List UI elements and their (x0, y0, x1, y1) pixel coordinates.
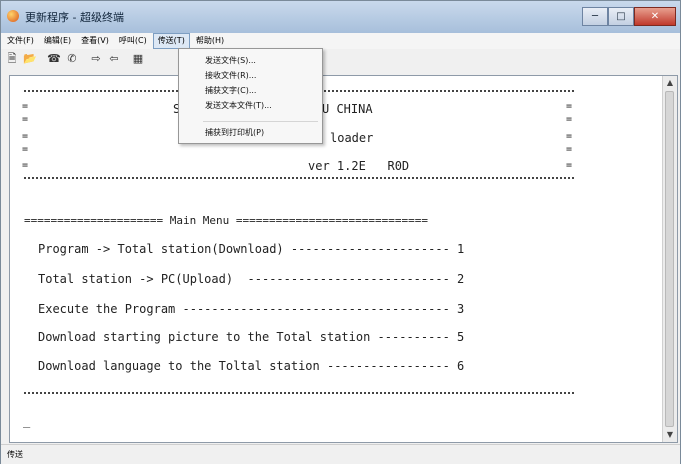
vertical-scrollbar[interactable]: ▲ ▼ (662, 76, 677, 442)
maximize-button[interactable]: □ (608, 7, 634, 26)
menu-item-capture-text[interactable]: 捕获文字(C)... (205, 85, 256, 96)
scroll-up-icon[interactable]: ▲ (663, 76, 677, 90)
transfer-menu-dropdown: 发送文件(S)... 接收文件(R)... 捕获文字(C)... 发送文本文件(… (178, 48, 323, 144)
menu-separator (203, 121, 318, 122)
receive-icon[interactable]: ⇦ (107, 52, 121, 66)
dial-icon[interactable]: ✆ (65, 52, 79, 66)
status-bar: 传送 (1, 444, 680, 464)
window-controls: ─ □ ✕ (582, 7, 676, 26)
properties-icon[interactable]: ▦ (131, 52, 145, 66)
menu-option-3: Execute the Program --------------------… (38, 302, 465, 316)
border-char: = (566, 114, 573, 125)
menu-item-capture-to-printer[interactable]: 捕获到打印机(P) (205, 127, 264, 138)
border-char: = (566, 131, 573, 142)
hyperterminal-window: 更新程序 - 超级终端 ─ □ ✕ 文件(F) 编辑(E) 查看(V) 呼叫(C… (0, 0, 681, 464)
minimize-button[interactable]: ─ (582, 7, 608, 26)
app-icon (7, 10, 19, 22)
disconnect-icon[interactable]: ☎ (47, 52, 61, 66)
menu-option-5: Download starting picture to the Total s… (38, 330, 465, 344)
new-icon[interactable]: 🗎 (5, 52, 19, 66)
menu-view[interactable]: 查看(V) (77, 34, 113, 48)
version-text: ver 1.2E R0D (308, 159, 410, 173)
menu-edit[interactable]: 编辑(E) (40, 34, 75, 48)
window-title: 更新程序 - 超级终端 (25, 11, 124, 24)
terminal-area[interactable]: = = = = = = = = S U CHINA loader ver 1.2… (9, 75, 678, 443)
menu-option-6: Download language to the Toltal station … (38, 359, 465, 373)
menu-call[interactable]: 呼叫(C) (115, 34, 151, 48)
open-icon[interactable]: 📂 (23, 52, 37, 66)
menu-file[interactable]: 文件(F) (3, 34, 38, 48)
scroll-down-icon[interactable]: ▼ (663, 428, 677, 442)
border-char: = (22, 160, 29, 171)
bottom-divider (24, 392, 574, 394)
border-char: = (566, 160, 573, 171)
border-char: = (22, 131, 29, 142)
menu-help[interactable]: 帮助(H) (192, 34, 228, 48)
header-loader: loader (330, 131, 374, 145)
menu-bar: 文件(F) 编辑(E) 查看(V) 呼叫(C) 传送(T) 帮助(H) (1, 33, 680, 49)
menu-option-2: Total station -> PC(Upload) ------------… (38, 272, 465, 286)
border-char: = (22, 101, 29, 112)
border-char: = (22, 114, 29, 125)
border-char: = (566, 144, 573, 155)
scroll-thumb[interactable] (665, 91, 674, 427)
menu-item-send-text-file[interactable]: 发送文本文件(T)... (205, 100, 272, 111)
terminal-cursor: _ (23, 414, 31, 428)
menu-option-1: Program -> Total station(Download) -----… (38, 242, 465, 256)
header-bottom-divider (24, 177, 574, 179)
border-char: = (566, 101, 573, 112)
title-bar[interactable]: 更新程序 - 超级终端 ─ □ ✕ (1, 1, 680, 33)
toolbar: 🗎 📂 ☎ ✆ ⇨ ⇦ ▦ (1, 49, 680, 69)
header-china: U CHINA (322, 102, 373, 116)
send-icon[interactable]: ⇨ (89, 52, 103, 66)
main-menu-title: ===================== Main Menu ========… (24, 214, 428, 227)
status-text: 传送 (7, 450, 23, 459)
menu-item-send-file[interactable]: 发送文件(S)... (205, 55, 256, 66)
border-char: = (22, 144, 29, 155)
menu-item-receive-file[interactable]: 接收文件(R)... (205, 70, 256, 81)
close-button[interactable]: ✕ (634, 7, 676, 26)
menu-transfer[interactable]: 传送(T) (152, 33, 190, 49)
